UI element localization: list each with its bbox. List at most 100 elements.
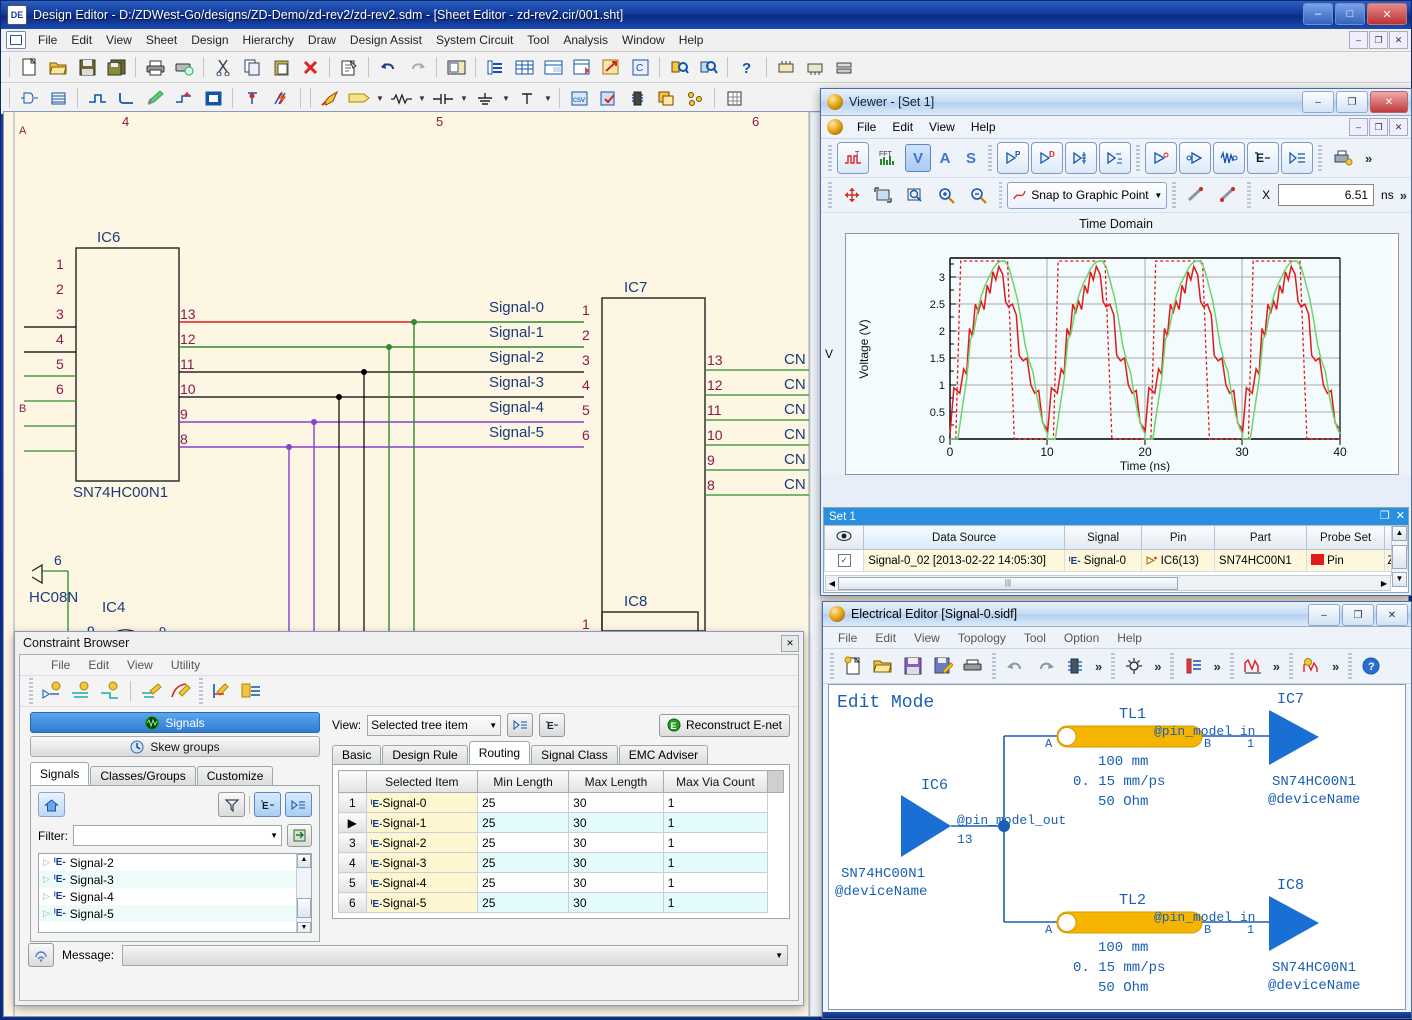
scroll-right-button[interactable]: ▶ bbox=[1378, 579, 1390, 588]
cell-max-length[interactable]: 30 bbox=[569, 793, 664, 813]
save-icon[interactable] bbox=[73, 54, 101, 81]
viewer-mdi-restore-button[interactable]: ❐ bbox=[1369, 118, 1388, 136]
highlight-icon[interactable] bbox=[1120, 652, 1148, 680]
label-icon[interactable] bbox=[345, 85, 373, 112]
zoom-out-icon[interactable] bbox=[964, 179, 994, 211]
save-icon[interactable] bbox=[899, 652, 927, 680]
zoom-area-icon[interactable] bbox=[900, 179, 930, 211]
ee-toolbar-overflow-3[interactable]: » bbox=[1209, 659, 1224, 674]
row-number[interactable]: 1 bbox=[339, 793, 367, 813]
tree-item-signal-2[interactable]: ▷ ᴵE- Signal-2 bbox=[39, 854, 311, 871]
sheet-icon[interactable] bbox=[442, 54, 470, 81]
menu-design[interactable]: Design bbox=[184, 31, 235, 49]
block-icon[interactable]: C bbox=[626, 54, 654, 81]
copy-icon[interactable] bbox=[238, 54, 266, 81]
menu-design-assist[interactable]: Design Assist bbox=[343, 31, 429, 49]
expand-arrow-icon[interactable]: ▷ bbox=[43, 891, 50, 902]
enet-edit-icon[interactable] bbox=[138, 679, 164, 703]
wire-icon[interactable] bbox=[83, 85, 111, 112]
hscroll-thumb[interactable]: ||| bbox=[838, 577, 1178, 590]
ee-menu-view[interactable]: View bbox=[905, 630, 949, 646]
probe-d-icon[interactable]: D bbox=[1031, 142, 1063, 174]
save-all-icon[interactable] bbox=[102, 54, 130, 81]
filter-input[interactable]: ▼ bbox=[73, 825, 282, 846]
cell-max-via-count[interactable]: 1 bbox=[663, 873, 767, 893]
settings-dots-icon[interactable] bbox=[681, 85, 709, 112]
enet-assign-icon[interactable] bbox=[97, 679, 123, 703]
scroll-left-button[interactable]: ◀ bbox=[826, 579, 838, 588]
capacitor-icon[interactable] bbox=[429, 85, 457, 112]
set-panel-restore-button[interactable]: ❐ bbox=[1380, 509, 1390, 522]
menu-system-circuit[interactable]: System Circuit bbox=[429, 31, 520, 49]
resistor-icon[interactable] bbox=[387, 85, 415, 112]
col-pin[interactable]: Pin bbox=[1142, 526, 1214, 550]
package-icon[interactable] bbox=[801, 54, 829, 81]
enet-icon[interactable]: E bbox=[254, 792, 281, 817]
cell-min-length[interactable]: 25 bbox=[478, 853, 569, 873]
ee-menu-edit[interactable]: Edit bbox=[866, 630, 905, 646]
fit-window-icon[interactable] bbox=[868, 179, 898, 211]
cell-max-via-count[interactable]: 1 bbox=[663, 813, 767, 833]
ee-maximize-button[interactable]: ❐ bbox=[1342, 604, 1374, 626]
waveform-red-icon[interactable] bbox=[1239, 652, 1267, 680]
mode-s-button[interactable]: S bbox=[959, 145, 983, 171]
cell-max-length[interactable]: 30 bbox=[569, 833, 664, 853]
menu-hierarchy[interactable]: Hierarchy bbox=[236, 31, 301, 49]
mdi-minimize-button[interactable]: – bbox=[1349, 31, 1368, 49]
gate-icon[interactable] bbox=[15, 85, 43, 112]
part-icon[interactable] bbox=[772, 54, 800, 81]
menu-tool[interactable]: Tool bbox=[520, 31, 556, 49]
expand-arrow-icon[interactable]: ▷ bbox=[43, 857, 50, 868]
fit-all-icon[interactable] bbox=[837, 179, 867, 211]
power-flash-icon[interactable] bbox=[267, 85, 295, 112]
constraint-edit-icon[interactable] bbox=[167, 679, 193, 703]
print-icon[interactable] bbox=[959, 652, 987, 680]
ground-icon[interactable] bbox=[471, 85, 499, 112]
view-dropdown[interactable]: Selected tree item ▼ bbox=[367, 715, 501, 736]
row-number[interactable]: 6 bbox=[339, 893, 367, 913]
check-doc-icon[interactable] bbox=[594, 85, 622, 112]
new-file-icon[interactable] bbox=[15, 54, 43, 81]
viewer-toolbar2-overflow[interactable]: » bbox=[1396, 188, 1411, 203]
supply-icon[interactable] bbox=[513, 85, 541, 112]
ee-toolbar-overflow-1[interactable]: » bbox=[1091, 659, 1106, 674]
maximize-button[interactable]: □ bbox=[1335, 3, 1365, 25]
new-icon[interactable] bbox=[839, 652, 867, 680]
table-icon[interactable] bbox=[510, 54, 538, 81]
time-domain-icon[interactable]: T bbox=[837, 142, 869, 174]
cb-menu-edit[interactable]: Edit bbox=[79, 657, 118, 673]
cell-max-via-count[interactable]: 1 bbox=[663, 893, 767, 913]
mode-current-button[interactable]: A bbox=[933, 145, 957, 171]
skew-groups-button[interactable]: Skew groups bbox=[30, 736, 320, 757]
col-selected-item[interactable]: Selected Item bbox=[366, 771, 478, 793]
ee-menu-option[interactable]: Option bbox=[1055, 630, 1108, 646]
cell-selected-item[interactable]: ᴵE-Signal-0 bbox=[366, 793, 478, 813]
chevron-down-icon[interactable]: ▼ bbox=[489, 721, 497, 730]
row-number[interactable]: 4 bbox=[339, 853, 367, 873]
tab-signals[interactable]: Signals bbox=[30, 762, 89, 785]
cell-selected-item[interactable]: ᴵE-Signal-1 bbox=[366, 813, 478, 833]
set-panel-vscrollbar[interactable]: ▲ ▼ bbox=[1391, 526, 1407, 576]
ee-toolbar-overflow-5[interactable]: » bbox=[1328, 659, 1343, 674]
home-icon[interactable] bbox=[38, 792, 65, 817]
col-max-length[interactable]: Max Length bbox=[569, 771, 664, 793]
enet-icon[interactable]: E bbox=[1247, 142, 1279, 174]
class-list-icon[interactable] bbox=[238, 679, 264, 703]
signal-icon[interactable] bbox=[28, 943, 54, 967]
ee-toolbar-overflow-2[interactable]: » bbox=[1150, 659, 1165, 674]
chevron-down-icon[interactable]: ▼ bbox=[270, 831, 278, 840]
tree-item-signal-3[interactable]: ▷ ᴵE- Signal-3 bbox=[39, 871, 311, 888]
list-icon[interactable] bbox=[1281, 142, 1313, 174]
fft-icon[interactable]: FFT bbox=[871, 142, 903, 174]
cut-icon[interactable] bbox=[209, 54, 237, 81]
viewer-menu-file[interactable]: File bbox=[849, 118, 884, 136]
copy-parts-icon[interactable] bbox=[652, 85, 680, 112]
cell-selected-item[interactable]: ᴵE-Signal-4 bbox=[366, 873, 478, 893]
probe-meas-icon[interactable] bbox=[1065, 142, 1097, 174]
hierarchy-icon[interactable] bbox=[481, 54, 509, 81]
cell-max-length[interactable]: 30 bbox=[569, 853, 664, 873]
print-icon[interactable] bbox=[141, 54, 169, 81]
pencil-icon[interactable] bbox=[141, 85, 169, 112]
netlist-icon[interactable] bbox=[539, 54, 567, 81]
cell-max-via-count[interactable]: 1 bbox=[663, 853, 767, 873]
